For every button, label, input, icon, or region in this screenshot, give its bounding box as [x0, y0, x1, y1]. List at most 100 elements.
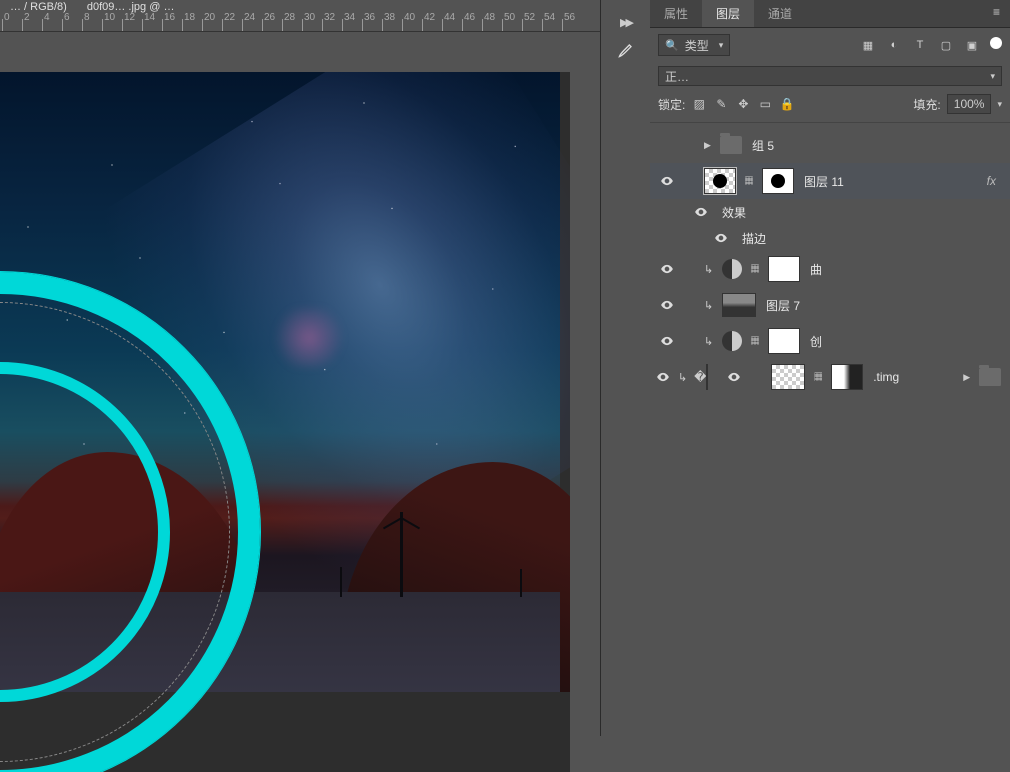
- layer-create-2[interactable]: ↳ � 创 𝄜 .timg ▶ 组 4 ▶ 组 1 拷贝: [650, 359, 1010, 395]
- lock-move-icon[interactable]: ✥: [735, 97, 751, 111]
- canvas-viewport[interactable]: [0, 72, 570, 772]
- visibility-toggle[interactable]: [656, 262, 678, 276]
- link-icon: 𝄜: [809, 367, 827, 387]
- link-icon: 𝄜: [746, 331, 764, 351]
- visibility-toggle[interactable]: [656, 370, 670, 384]
- lock-artboard-icon[interactable]: ▭: [757, 97, 773, 111]
- blend-mode-row: 正… ▾: [650, 62, 1010, 90]
- tab-layers[interactable]: 图层: [702, 0, 754, 27]
- doc-tab-1[interactable]: … / RGB/8): [10, 1, 67, 13]
- panel-tabs: 属性 图层 通道 ≡: [650, 0, 1010, 28]
- ruler-label: 2: [24, 12, 30, 23]
- ruler-label: 36: [364, 12, 375, 23]
- tab-attributes[interactable]: 属性: [650, 0, 702, 27]
- ruler-label: 48: [484, 12, 495, 23]
- blend-mode-label: 正…: [665, 68, 689, 85]
- filter-adjust-icon[interactable]: ◐: [886, 37, 902, 53]
- ruler-label: 56: [564, 12, 575, 23]
- ruler-label: 22: [224, 12, 235, 23]
- visibility-toggle[interactable]: [690, 205, 712, 219]
- blend-mode-select[interactable]: 正… ▾: [658, 66, 1002, 86]
- ruler-label: 14: [144, 12, 155, 23]
- fill-label: 填充:: [913, 96, 940, 113]
- layer-group4[interactable]: ▶ 组 4: [909, 359, 1010, 395]
- expand-panel-icon[interactable]: ▶▶: [612, 8, 640, 36]
- lock-paint-icon[interactable]: ✎: [713, 97, 729, 111]
- chevron-down-icon: ▾: [719, 40, 724, 51]
- ruler-label: 42: [424, 12, 435, 23]
- collapsed-tool-strip: ▶▶: [600, 0, 650, 736]
- visibility-toggle[interactable]: [656, 174, 678, 188]
- visibility-toggle[interactable]: [710, 231, 732, 245]
- lock-row: 锁定: ▨ ✎ ✥ ▭ 🔒 填充: 100% ▾: [650, 90, 1010, 123]
- link-icon: 𝄜: [746, 259, 764, 279]
- mask-thumb[interactable]: [768, 256, 800, 282]
- lock-icons: ▨ ✎ ✥ ▭ 🔒: [691, 97, 795, 111]
- filter-pixel-icon[interactable]: ▦: [860, 37, 876, 53]
- mask-thumb[interactable]: [768, 328, 800, 354]
- ruler-label: 0: [4, 12, 10, 23]
- brush-tool-icon[interactable]: [612, 36, 640, 64]
- adjustment-thumb[interactable]: [722, 331, 742, 351]
- fx-badge[interactable]: fx: [987, 174, 1004, 188]
- layer-name[interactable]: 创: [810, 333, 822, 350]
- mask-thumb[interactable]: [706, 364, 708, 390]
- layer-layer7[interactable]: ↳ 图层 7: [650, 287, 1010, 323]
- right-panel: 属性 图层 通道 ≡ 🔍 类型 ▾ ▦ ◐ T ▢ ▣ 正… ▾ 锁定: ▨ ✎…: [650, 0, 1010, 736]
- folder-icon: [720, 136, 742, 154]
- ruler-label: 44: [444, 12, 455, 23]
- ruler-label: 52: [524, 12, 535, 23]
- ruler-label: 6: [64, 12, 70, 23]
- filter-shape-icon[interactable]: ▢: [938, 37, 954, 53]
- ruler-label: 8: [84, 12, 90, 23]
- layer-effect-stroke[interactable]: 描边: [650, 225, 1010, 251]
- layer-thumb[interactable]: [704, 168, 736, 194]
- visibility-toggle[interactable]: [656, 334, 678, 348]
- layer-name[interactable]: 图层 11: [804, 173, 844, 190]
- lock-label: 锁定:: [658, 96, 685, 113]
- chevron-down-icon: ▾: [990, 71, 995, 82]
- mask-thumb[interactable]: [762, 168, 794, 194]
- layer-name[interactable]: 组 5: [752, 137, 774, 154]
- ruler-label: 28: [284, 12, 295, 23]
- clip-indicator-icon: ↳: [704, 299, 718, 312]
- layer-name[interactable]: .timg: [873, 370, 899, 384]
- layer-filter-row: 🔍 类型 ▾ ▦ ◐ T ▢ ▣: [650, 28, 1010, 62]
- ruler-label: 54: [544, 12, 555, 23]
- clip-indicator-icon: ↳: [704, 335, 718, 348]
- layer-thumb[interactable]: [771, 364, 805, 390]
- layer-group5[interactable]: ▶ 组 5: [650, 127, 1010, 163]
- ruler-label: 38: [384, 12, 395, 23]
- disclose-icon[interactable]: ▶: [704, 140, 716, 151]
- layer-curve-1[interactable]: ↳ 𝄜 曲: [650, 251, 1010, 287]
- layer-thumb[interactable]: [722, 293, 756, 317]
- filter-smart-icon[interactable]: ▣: [964, 37, 980, 53]
- panel-menu-icon[interactable]: ≡: [983, 0, 1010, 27]
- layer-create-1[interactable]: ↳ 𝄜 创: [650, 323, 1010, 359]
- layer-layer11[interactable]: 𝄜 图层 11 fx: [650, 163, 1010, 199]
- chevron-down-icon[interactable]: ▾: [997, 99, 1002, 110]
- visibility-toggle[interactable]: [656, 298, 678, 312]
- ruler-label: 20: [204, 12, 215, 23]
- visibility-toggle[interactable]: [723, 370, 745, 384]
- layer-effects[interactable]: 效果: [650, 199, 1010, 225]
- ruler-label: 16: [164, 12, 175, 23]
- lock-all-icon[interactable]: 🔒: [779, 97, 795, 111]
- filter-kind-select[interactable]: 🔍 类型 ▾: [658, 34, 730, 56]
- layer-timg[interactable]: 𝄜 .timg: [717, 359, 905, 395]
- tree-3: [520, 569, 522, 597]
- layer-name[interactable]: 图层 7: [766, 297, 800, 314]
- fill-value[interactable]: 100%: [947, 94, 992, 114]
- tab-channels[interactable]: 通道: [754, 0, 806, 27]
- tree-1: [400, 512, 403, 597]
- adjustment-thumb[interactable]: [722, 259, 742, 279]
- ruler-label: 40: [404, 12, 415, 23]
- canvas[interactable]: [0, 72, 560, 692]
- lock-transparency-icon[interactable]: ▨: [691, 97, 707, 111]
- filter-type-icon[interactable]: T: [912, 37, 928, 53]
- mask-thumb[interactable]: [831, 364, 863, 390]
- folder-icon: [979, 368, 1001, 386]
- disclose-icon[interactable]: ▶: [963, 372, 975, 383]
- filter-toggle-icon[interactable]: [990, 37, 1002, 49]
- layer-name[interactable]: 曲: [810, 261, 822, 278]
